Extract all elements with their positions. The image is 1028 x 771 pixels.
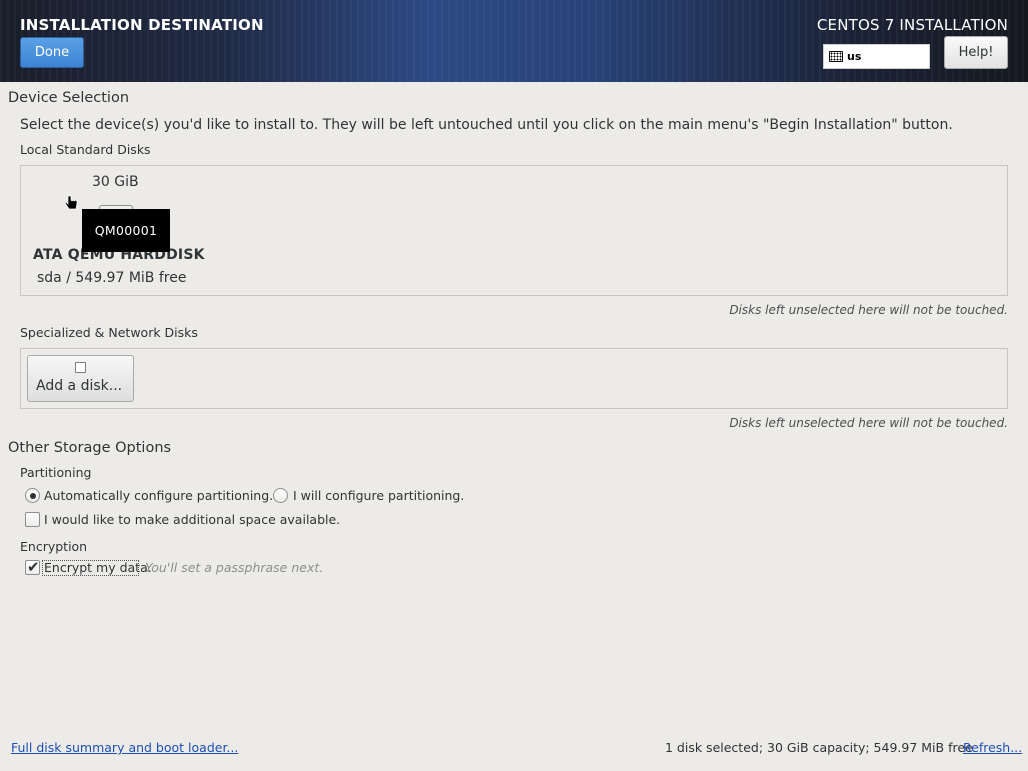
keyboard-layout-indicator[interactable]: us [823,44,930,69]
disk-summary-status: 1 disk selected; 30 GiB capacity; 549.97… [665,740,973,755]
encrypt-label[interactable]: Encrypt my data. [44,560,152,575]
specialized-disks-heading: Specialized & Network Disks [20,325,198,340]
auto-partition-radio[interactable] [25,488,40,503]
device-selection-heading: Device Selection [8,90,130,106]
full-disk-summary-link[interactable]: Full disk summary and boot loader... [11,740,238,755]
header-bar: INSTALLATION DESTINATION Done CENTOS 7 I… [0,0,1028,82]
done-button[interactable]: Done [20,37,84,68]
local-disks-hint: Disks left unselected here will not be t… [729,303,1008,317]
encrypt-hint: You'll set a passphrase next. [145,560,324,575]
device-selection-description: Select the device(s) you'd like to insta… [20,117,953,133]
keyboard-layout-label: us [847,50,862,63]
add-disk-label: Add a disk... [36,378,123,394]
checkmark-icon: ✔ [27,558,40,576]
page-title: INSTALLATION DESTINATION [20,16,264,34]
refresh-link[interactable]: Refresh... [963,740,1022,755]
specialized-disks-panel [20,348,1008,409]
disk-size-label: 30 GiB [92,174,139,190]
product-title: CENTOS 7 INSTALLATION [816,16,1008,34]
manual-partition-label[interactable]: I will configure partitioning. [293,488,464,503]
specialized-disks-hint: Disks left unselected here will not be t… [729,416,1008,430]
other-storage-heading: Other Storage Options [8,440,172,456]
additional-space-checkbox[interactable] [25,512,40,527]
local-disks-heading: Local Standard Disks [20,142,151,157]
add-disk-button[interactable]: Add a disk... [27,355,134,402]
additional-space-label[interactable]: I would like to make additional space av… [44,512,340,527]
disk-free-label: sda / 549.97 MiB free [37,270,187,286]
hand-cursor-icon [64,195,78,210]
disk-tooltip: QM00001 [82,209,170,252]
encryption-heading: Encryption [20,539,88,554]
manual-partition-radio[interactable] [273,488,288,503]
encrypt-checkbox[interactable]: ✔ [25,558,40,576]
disk-add-icon [75,362,86,373]
partitioning-heading: Partitioning [20,465,92,480]
auto-partition-label[interactable]: Automatically configure partitioning. [44,488,273,503]
help-button[interactable]: Help! [944,36,1008,69]
keyboard-icon [829,51,843,62]
